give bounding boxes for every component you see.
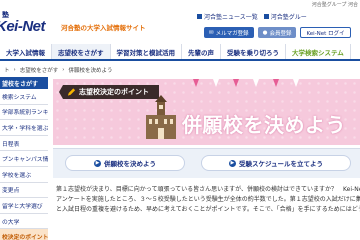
header-buttons: ✉ メルマガ登録 ● 会員登録 Kei-Net ログイ: [204, 27, 351, 38]
member-register-button[interactable]: ● 会員登録: [257, 27, 297, 38]
pennant-icon: [253, 79, 259, 87]
article-body: 第１志望校が決まり、目標に向かって頑張っている皆さん思いますが、併願校の検討はで…: [56, 185, 360, 215]
chevron-right-icon: ›: [62, 66, 65, 73]
hero-banner: 志望校決定のポイント 併願校を決めよう: [53, 79, 360, 145]
magazine-button[interactable]: ✉ メルマガ登録: [204, 27, 254, 38]
sidebar-item-changes[interactable]: 変更点: [0, 183, 48, 199]
site-logo[interactable]: 塾 Kei-Net: [0, 10, 60, 40]
group-link[interactable]: 河合塾グルー: [263, 12, 307, 21]
pennant-icon: [193, 79, 199, 87]
university-building-icon: [146, 95, 176, 139]
news-link[interactable]: 河合塾ニュース一覧: [197, 12, 258, 21]
sidebar-item-decision-points[interactable]: 校決定のポイント: [0, 229, 48, 240]
sidebar-item-ranking[interactable]: 学部系統別ランキング表: [0, 105, 48, 121]
breadcrumb-current: 併願校を決めよう: [68, 67, 113, 74]
square-icon: [263, 14, 269, 19]
exam-schedule-button[interactable]: ▶ 受験スケジュールを立てよう: [201, 155, 351, 171]
user-icon: ●: [262, 29, 268, 36]
nav-exam-info[interactable]: 大学入試情報: [0, 44, 52, 59]
header-links: 河合塾ニュース一覧 河合塾グルー: [197, 12, 307, 21]
sidebar-item-select-school[interactable]: 学校を選ぶ: [0, 167, 48, 183]
pencil-icon: [67, 88, 76, 96]
chevron-right-icon: ›: [13, 66, 16, 73]
play-icon: ▶: [94, 159, 101, 167]
nav-seniors[interactable]: 先輩の声: [182, 44, 221, 59]
nav-search-system[interactable]: 大学検索システム: [286, 44, 351, 59]
pennant-icon: [213, 79, 219, 87]
sidebar-item-search[interactable]: 検索システム: [0, 89, 48, 105]
action-row: ▶ 併願校を決めよう ▶ 受験スケジュールを立てよう: [53, 148, 360, 178]
breadcrumb: ト › 志望校をさがす › 併願校を決めよう: [0, 64, 360, 75]
body-line: アンケートを実施したところ、３～５校受験したという受験生が全体の約半数でした。第…: [56, 196, 360, 203]
sidebar-title: 望校をさがす: [0, 77, 48, 89]
pennant-icon: [293, 79, 299, 87]
nav-study[interactable]: 学習対策と模試活用: [111, 44, 182, 59]
sidebar-item-opencampus[interactable]: プンキャンパス情報: [0, 151, 48, 167]
group-note[interactable]: 河合塾グループ 河合: [312, 1, 358, 8]
global-nav: 大学入試情報 志望校をさがす 学習対策と模試活用 先輩の声 受験を乗り切ろう 大…: [0, 44, 360, 61]
sidebar-item-choose[interactable]: 大学・学科を選ぶ: [0, 120, 48, 136]
banner-title: 併願校を決めよう: [182, 113, 346, 137]
square-icon: [197, 14, 202, 19]
login-button[interactable]: Kei-Net ログイ: [300, 27, 351, 38]
page: 河合塾グループ 河合 塾 Kei-Net 河合塾の大学入試情報サイト 河合塾ニュ…: [0, 0, 360, 240]
decide-school-button[interactable]: ▶ 併願校を決めよう: [65, 155, 185, 171]
logo-text: Kei-Net: [0, 18, 46, 35]
body-line: 第１志望校が決まり、目標に向かって頑張っている皆さん思いますが、併願校の検討はで…: [56, 186, 360, 193]
sidebar: 望校をさがす 検索システム 学部系統別ランキング表 大学・学科を選ぶ 日程表 プ…: [0, 77, 48, 240]
breadcrumb-home[interactable]: ト: [4, 66, 10, 74]
pennant-icon: [233, 79, 239, 87]
sidebar-item-university[interactable]: の大学: [0, 214, 48, 230]
nav-find-school[interactable]: 志望校をさがす: [52, 44, 111, 59]
site-tagline: 河合塾の大学入試情報サイト: [61, 24, 146, 32]
pennant-icon: [273, 79, 279, 87]
play-icon: ▶: [228, 159, 236, 167]
breadcrumb-find-school[interactable]: 志望校をさがす: [20, 66, 59, 74]
sidebar-item-study-abroad[interactable]: 留学と大学選び: [0, 198, 48, 214]
sidebar-item-schedule[interactable]: 日程表: [0, 136, 48, 152]
mail-icon: ✉: [209, 29, 214, 36]
body-line: と入試日程の重複を避けるため、早めに考えておくことがポイントです。そこで、「合格…: [56, 206, 360, 213]
nav-exam-tips[interactable]: 受験を乗り切ろう: [221, 44, 286, 59]
